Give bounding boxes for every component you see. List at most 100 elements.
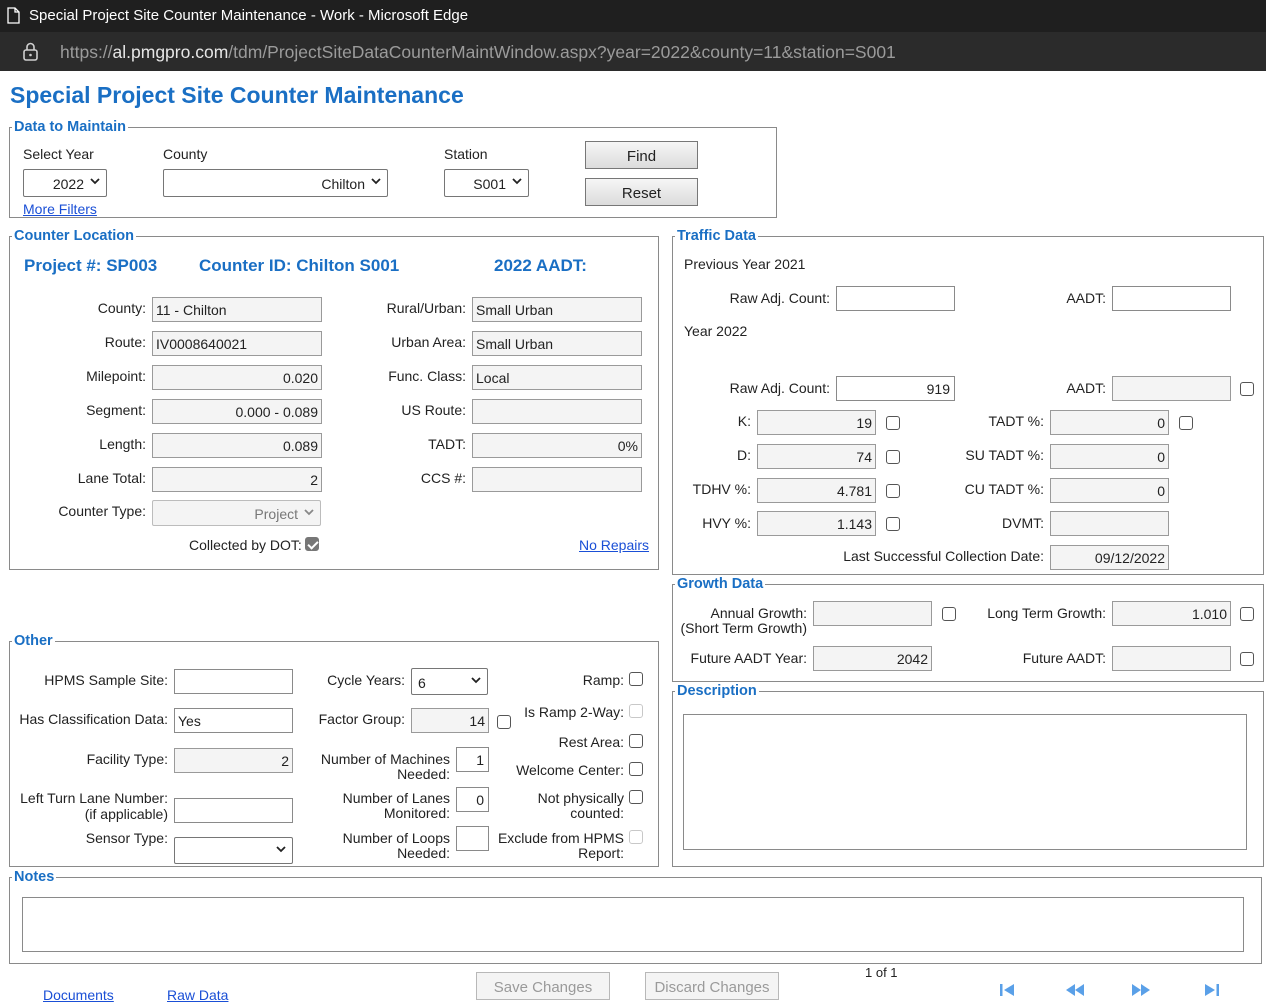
discard-changes-button[interactable]: Discard Changes <box>645 972 779 1000</box>
next-page-icon[interactable] <box>1131 983 1151 997</box>
length-field: 0.089 <box>152 433 322 458</box>
prev-page-icon[interactable] <box>1065 983 1085 997</box>
annual-growth-sublabel: (Short Term Growth) <box>680 620 807 636</box>
ramp-2way-checkbox[interactable] <box>629 704 643 718</box>
dvmt-field <box>1050 511 1169 536</box>
sensor-type-label: Sensor Type: <box>85 830 168 846</box>
annual-growth-label: Annual Growth: <box>710 605 808 621</box>
chevron-down-icon <box>371 178 381 185</box>
not-physically-counted-label: Not physically <box>537 790 624 806</box>
counter-type-label: Counter Type: <box>58 503 146 519</box>
exclude-hpms-checkbox[interactable] <box>629 830 643 844</box>
classification-data-label: Has Classification Data: <box>19 711 168 727</box>
machines-needed-input[interactable]: 1 <box>456 747 489 772</box>
station-select[interactable]: S001 <box>444 169 529 197</box>
aadt-label: AADT: <box>1066 380 1106 396</box>
d-field: 74 <box>757 444 876 469</box>
exclude-hpms-label: Exclude from HPMS <box>497 830 624 846</box>
counter-type-value: Project <box>254 506 298 522</box>
machines-needed-label: Number of Machines <box>320 751 450 767</box>
length-label: Length: <box>99 436 146 452</box>
lanes-monitored-sublabel: Monitored: <box>383 805 450 821</box>
prev-raw-adj-count-input[interactable] <box>836 286 955 311</box>
county-select[interactable]: Chilton <box>163 169 388 197</box>
loops-needed-input[interactable] <box>456 826 489 851</box>
documents-link[interactable]: Documents <box>43 987 114 1003</box>
left-turn-lane-input[interactable] <box>174 798 293 823</box>
previous-year-label: Previous Year 2021 <box>684 256 806 272</box>
ramp-checkbox[interactable] <box>629 672 643 686</box>
url-text[interactable]: https://al.pmgpro.com/tdm/ProjectSiteDat… <box>60 42 896 63</box>
lane-total-field: 2 <box>152 467 322 492</box>
future-aadt-override-checkbox[interactable] <box>1240 652 1254 666</box>
k-override-checkbox[interactable] <box>886 416 900 430</box>
classification-data-input[interactable]: Yes <box>174 708 293 733</box>
future-aadt-year-label: Future AADT Year: <box>690 650 807 666</box>
lane-total-label: Lane Total: <box>77 470 146 486</box>
not-physically-counted-checkbox[interactable] <box>629 790 643 804</box>
other-legend: Other <box>12 633 55 649</box>
traffic-data-legend: Traffic Data <box>675 228 758 244</box>
dvmt-label: DVMT: <box>1002 515 1044 531</box>
chevron-down-icon <box>90 178 100 185</box>
cycle-years-select[interactable]: 6 <box>411 668 488 695</box>
tadt-pct-override-checkbox[interactable] <box>1179 416 1193 430</box>
tdhv-field: 4.781 <box>757 478 876 503</box>
us-route-field <box>472 399 642 424</box>
loops-needed-label: Number of Loops <box>342 830 450 846</box>
counter-location-legend: Counter Location <box>12 228 137 244</box>
facility-type-field: 2 <box>174 748 293 773</box>
loops-needed-sublabel: Needed: <box>397 845 450 861</box>
find-button[interactable]: Find <box>585 141 698 169</box>
k-field: 19 <box>757 410 876 435</box>
hpms-sample-site-input[interactable] <box>174 669 293 694</box>
document-icon <box>7 7 20 24</box>
raw-data-link[interactable]: Raw Data <box>167 987 228 1003</box>
su-tadt-label: SU TADT %: <box>965 447 1044 463</box>
lanes-monitored-label: Number of Lanes <box>342 790 450 806</box>
not-physically-counted-sublabel: counted: <box>570 805 624 821</box>
facility-type-label: Facility Type: <box>86 751 168 767</box>
raw-adj-count-input[interactable]: 919 <box>836 376 955 401</box>
description-textarea[interactable] <box>683 714 1247 850</box>
d-override-checkbox[interactable] <box>886 450 900 464</box>
long-term-growth-override-checkbox[interactable] <box>1240 607 1254 621</box>
cu-tadt-label: CU TADT %: <box>964 481 1044 497</box>
year-select[interactable]: 2022 <box>23 169 107 197</box>
urban-area-label: Urban Area: <box>391 334 466 350</box>
current-year-label: Year 2022 <box>684 323 748 339</box>
reset-button[interactable]: Reset <box>585 178 698 206</box>
notes-textarea[interactable] <box>22 897 1244 952</box>
tadt-field: 0% <box>472 433 642 458</box>
cycle-years-label: Cycle Years: <box>327 672 405 688</box>
urban-area-field: Small Urban <box>472 331 642 356</box>
milepoint-field: 0.020 <box>152 365 322 390</box>
annual-growth-override-checkbox[interactable] <box>942 607 956 621</box>
prev-aadt-input[interactable] <box>1112 286 1231 311</box>
counter-type-select[interactable]: Project <box>152 500 321 526</box>
lanes-monitored-input[interactable]: 0 <box>456 787 489 812</box>
tdhv-override-checkbox[interactable] <box>886 484 900 498</box>
more-filters-link[interactable]: More Filters <box>23 201 97 217</box>
last-page-icon[interactable] <box>1202 983 1220 997</box>
welcome-center-checkbox[interactable] <box>629 762 643 776</box>
save-changes-button[interactable]: Save Changes <box>476 972 610 1000</box>
su-tadt-field: 0 <box>1050 444 1169 469</box>
factor-group-label: Factor Group: <box>318 711 405 727</box>
annual-growth-field <box>813 601 932 626</box>
aadt-field <box>1112 376 1231 401</box>
project-number-header: Project #: SP003 <box>24 256 158 275</box>
factor-group-field: 14 <box>411 708 489 733</box>
counter-id-header: Counter ID: Chilton S001 <box>199 256 400 275</box>
collected-by-dot-checkbox[interactable] <box>305 537 319 551</box>
first-page-icon[interactable] <box>999 983 1017 997</box>
address-bar[interactable]: https://al.pmgpro.com/tdm/ProjectSiteDat… <box>0 32 1266 71</box>
rest-area-checkbox[interactable] <box>629 734 643 748</box>
no-repairs-link[interactable]: No Repairs <box>579 537 649 553</box>
county-label: County <box>163 146 208 162</box>
lock-icon[interactable] <box>22 42 39 61</box>
hvy-override-checkbox[interactable] <box>886 517 900 531</box>
hvy-field: 1.143 <box>757 511 876 536</box>
aadt-override-checkbox[interactable] <box>1240 382 1254 396</box>
sensor-type-select[interactable] <box>174 837 293 864</box>
